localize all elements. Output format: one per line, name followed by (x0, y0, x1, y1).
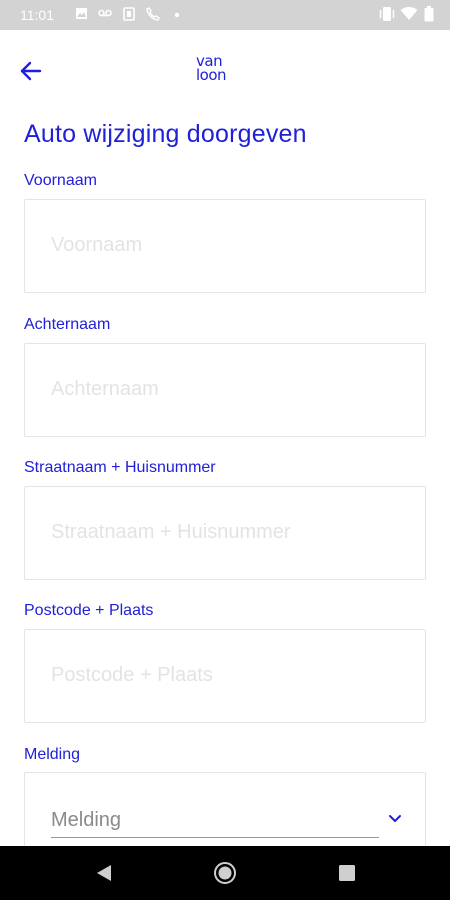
logo-line-2: loon (196, 66, 227, 84)
first-name-label: Voornaam (24, 172, 97, 189)
nav-home-button[interactable] (212, 860, 238, 886)
screen: 11:01 van loon Auto wijziging doorgeven … (0, 0, 450, 900)
select-underline (51, 837, 379, 838)
first-name-input[interactable] (51, 234, 411, 257)
wifi-icon (400, 6, 418, 20)
postcode-input[interactable] (51, 664, 411, 687)
first-name-field[interactable] (24, 199, 426, 293)
back-button[interactable] (14, 54, 48, 88)
navigation-bar (0, 846, 450, 900)
street-input[interactable] (51, 521, 411, 544)
postcode-field[interactable] (24, 629, 426, 723)
last-name-field[interactable] (24, 343, 426, 437)
chevron-down-icon[interactable] (387, 813, 403, 825)
status-bar: 11:01 (0, 0, 450, 30)
melding-label: Melding (24, 746, 81, 763)
sim-icon (122, 7, 136, 21)
nav-back-button[interactable] (91, 860, 117, 886)
melding-selected-value: Melding (51, 809, 122, 831)
status-time: 11:01 (20, 7, 54, 23)
arrow-back-icon (20, 61, 42, 81)
dot-icon (170, 7, 184, 21)
street-label: Straatnaam + Huisnummer (24, 459, 216, 476)
app-header: van loon (0, 30, 450, 110)
brand-logo: van loon (196, 54, 256, 90)
square-recents-icon (339, 865, 355, 881)
battery-icon (422, 6, 436, 22)
status-left-icons (74, 7, 184, 21)
nav-recents-button[interactable] (334, 860, 360, 886)
image-icon (74, 7, 88, 21)
postcode-label: Postcode + Plaats (24, 602, 154, 619)
voicemail-icon (98, 7, 112, 21)
vibrate-icon (378, 6, 395, 21)
last-name-input[interactable] (51, 378, 411, 401)
phone-call-icon (146, 7, 160, 21)
page-title: Auto wijziging doorgeven (24, 120, 307, 148)
triangle-back-icon (97, 865, 111, 881)
street-field[interactable] (24, 486, 426, 580)
last-name-label: Achternaam (24, 316, 111, 333)
status-right-icons (378, 6, 436, 22)
home-circle-icon (214, 862, 236, 884)
